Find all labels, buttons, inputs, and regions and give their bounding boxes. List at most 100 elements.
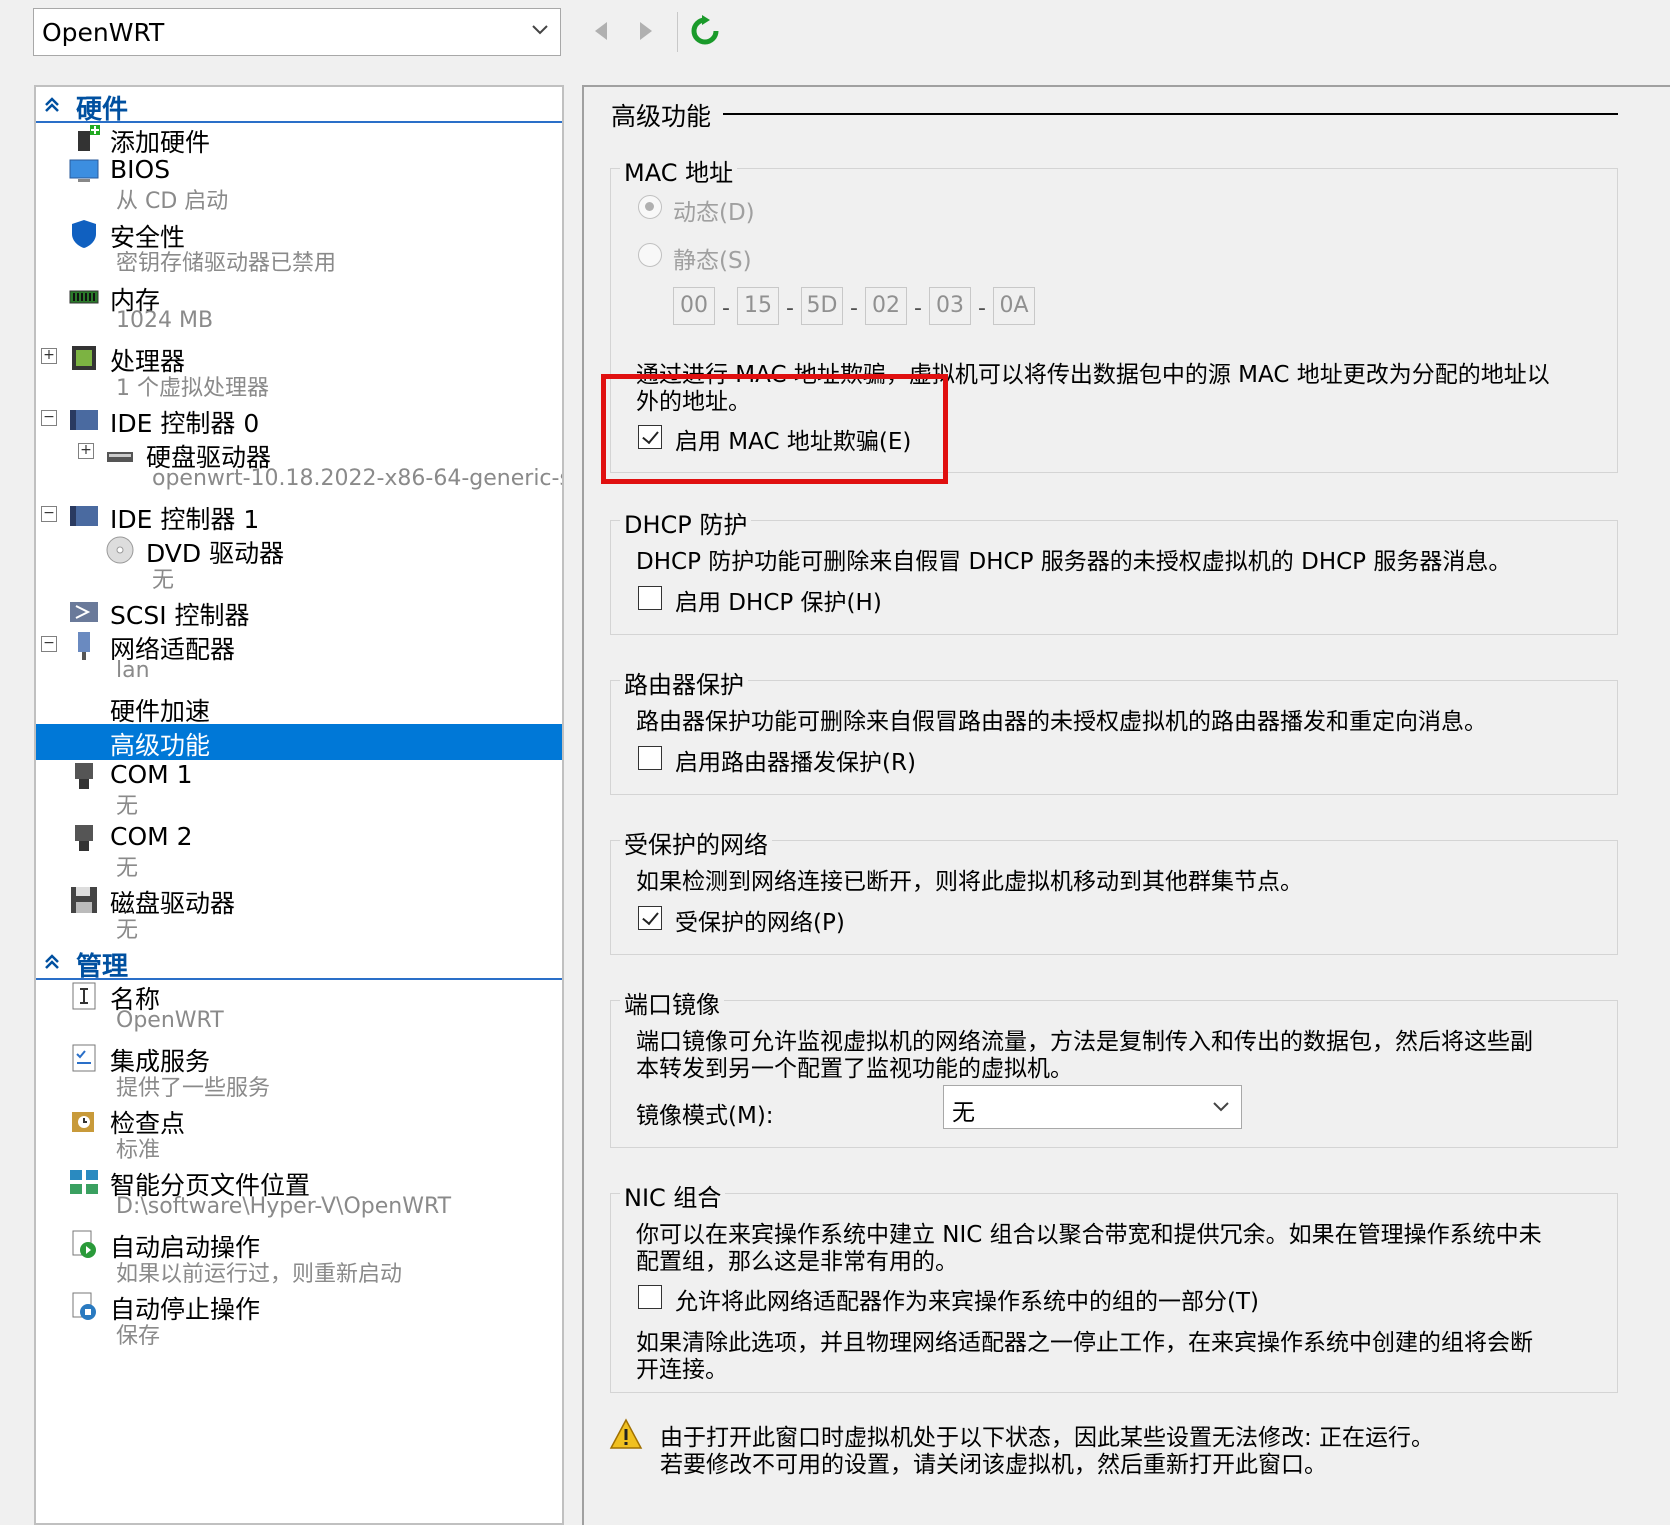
mac-separator: - — [850, 296, 858, 321]
nic-team-checkbox[interactable] — [638, 1285, 662, 1309]
shield-icon — [72, 220, 96, 248]
tree-item-detail: 无 — [116, 856, 139, 881]
router-guard-checkbox[interactable] — [638, 746, 662, 770]
tree-item-scsi[interactable]: SCSI 控制器 — [36, 594, 562, 630]
mac-separator: - — [978, 296, 986, 321]
name-icon — [72, 982, 96, 1010]
com-port-icon — [75, 825, 93, 851]
memory-icon — [69, 290, 99, 304]
mac-octet-field[interactable]: 00 — [673, 287, 715, 325]
mac-static-label: 静态(S) — [673, 248, 752, 274]
mirroring-mode-value: 无 — [952, 1100, 975, 1126]
tree-item-label: COM 1 — [110, 760, 193, 789]
nic-team-label: 允许将此网络适配器作为来宾操作系统中的组的一部分(T) — [675, 1289, 1259, 1315]
mac-octet-field[interactable]: 5D — [801, 287, 843, 325]
dhcp-description: DHCP 防护功能可删除来自假冒 DHCP 服务器的未授权虚拟机的 DHCP 服… — [636, 549, 1512, 575]
panel-title-rule — [723, 113, 1618, 115]
router-guard-label: 启用路由器播发保护(R) — [675, 750, 916, 776]
tree-item-label: SCSI 控制器 — [110, 601, 250, 630]
back-icon[interactable] — [585, 14, 617, 48]
protected-description: 如果检测到网络连接已断开，则将此虚拟机移动到其他群集节点。 — [636, 869, 1303, 895]
warning-icon — [609, 1418, 643, 1449]
forward-icon[interactable] — [630, 14, 662, 48]
auto-stop-icon — [72, 1292, 96, 1320]
mac-octet-field[interactable]: 15 — [737, 287, 779, 325]
vm-selector[interactable]: OpenWRT — [33, 8, 561, 56]
mac-dynamic-label: 动态(D) — [673, 200, 755, 226]
tree-item-detail: 保存 — [116, 1324, 161, 1349]
tree-item-add-hardware[interactable]: 添加硬件 — [36, 121, 562, 157]
integration-services-icon — [72, 1044, 96, 1072]
router-description: 路由器保护功能可删除来自假冒路由器的未授权虚拟机的路由器播发和重定向消息。 — [636, 709, 1487, 735]
tree-item-detail: 无 — [152, 568, 175, 593]
tree-item-label: 硬件加速 — [110, 697, 211, 726]
warning-message-cont: 若要修改不可用的设置，请关闭该虚拟机，然后重新打开此窗口。 — [660, 1452, 1327, 1478]
collapse-up-icon[interactable] — [42, 952, 62, 972]
auto-start-icon — [72, 1230, 96, 1258]
tree-item-detail: 提供了一些服务 — [116, 1076, 271, 1101]
tree-item-label: IDE 控制器 1 — [110, 505, 260, 534]
mac-separator: - — [786, 296, 794, 321]
floppy-disk-icon — [71, 887, 97, 913]
settings-tree: 硬件 添加硬件 BIOS 从 CD 启动 安全性 密钥存储驱动器已禁用 内存 1… — [34, 85, 564, 1525]
router-guard-group — [610, 680, 1618, 795]
mac-dynamic-radio[interactable] — [638, 195, 662, 219]
chevron-down-icon — [1213, 1102, 1229, 1112]
com-port-icon — [75, 763, 93, 789]
nic-team-group-title: NIC 组合 — [620, 1178, 726, 1213]
mac-static-radio[interactable] — [638, 243, 662, 267]
processor-icon — [72, 346, 96, 370]
mac-octet-field[interactable]: 02 — [865, 287, 907, 325]
mirroring-description-cont: 本转发到另一个配置了监视功能的虚拟机。 — [636, 1056, 1073, 1082]
tree-item-label: 高级功能 — [110, 731, 211, 760]
router-group-title: 路由器保护 — [620, 665, 748, 700]
tree-item-advanced-features[interactable]: 高级功能 — [36, 724, 562, 760]
checkpoint-icon — [72, 1112, 94, 1132]
mirroring-mode-label: 镜像模式(M): — [636, 1103, 774, 1129]
toolbar-divider — [677, 12, 678, 52]
refresh-icon[interactable] — [688, 14, 722, 48]
protected-network-checkbox[interactable] — [638, 906, 662, 930]
tree-item-detail: 1 个虚拟处理器 — [116, 376, 269, 401]
tree-item-detail: 从 CD 启动 — [116, 189, 229, 214]
tree-item-detail: 无 — [116, 794, 139, 819]
tree-item-ide1[interactable]: IDE 控制器 1 — [36, 498, 562, 534]
tree-item-ide0[interactable]: IDE 控制器 0 — [36, 402, 562, 438]
scsi-controller-icon — [70, 602, 98, 622]
nic-team-note-cont: 开连接。 — [636, 1357, 728, 1383]
ide-controller-icon — [70, 506, 98, 526]
tree-item-detail: OpenWRT — [116, 1008, 224, 1033]
tree-item-detail: lan — [116, 658, 150, 683]
tree-item-hardware-acceleration[interactable]: 硬件加速 — [36, 690, 562, 726]
tree-item-detail: 1024 MB — [116, 308, 214, 333]
tree-item-detail: 无 — [116, 918, 139, 943]
mirroring-mode-select[interactable]: 无 — [943, 1085, 1242, 1129]
dhcp-guard-checkbox[interactable] — [638, 586, 662, 610]
mac-octet-field[interactable]: 0A — [993, 287, 1035, 325]
dhcp-guard-label: 启用 DHCP 保护(H) — [675, 590, 882, 616]
mac-group-title: MAC 地址 — [620, 153, 738, 188]
tree-item-detail: D:\software\Hyper-V\OpenWRT — [116, 1194, 452, 1219]
dvd-icon — [106, 536, 134, 564]
tree-item-label: IDE 控制器 0 — [110, 409, 260, 438]
protected-group-title: 受保护的网络 — [620, 825, 772, 860]
hard-drive-icon — [107, 452, 133, 462]
nic-team-note: 如果清除此选项，并且物理网络适配器之一停止工作，在来宾操作系统中创建的组将会断 — [636, 1330, 1533, 1356]
mirroring-group-title: 端口镜像 — [620, 985, 724, 1020]
section-header-hardware[interactable]: 硬件 — [36, 87, 562, 125]
tree-item-label: BIOS — [110, 155, 171, 184]
add-hardware-icon — [78, 125, 100, 151]
mac-separator: - — [914, 296, 922, 321]
nic-team-description-cont: 配置组，那么这是非常有用的。 — [636, 1249, 958, 1275]
highlight-box — [601, 374, 948, 484]
chevron-down-icon — [532, 25, 548, 35]
ide-controller-icon — [70, 410, 98, 430]
tree-item-dvd[interactable]: DVD 驱动器 — [36, 532, 562, 568]
section-header-management[interactable]: 管理 — [36, 944, 562, 982]
panel-title: 高级功能 — [611, 102, 712, 131]
smart-paging-icon — [70, 1170, 98, 1194]
collapse-up-icon[interactable] — [42, 95, 62, 115]
monitor-icon — [69, 159, 99, 182]
dhcp-guard-group — [610, 520, 1618, 635]
mac-octet-field[interactable]: 03 — [929, 287, 971, 325]
